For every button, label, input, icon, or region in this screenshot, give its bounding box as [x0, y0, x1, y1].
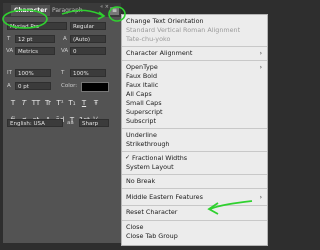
kerning-icon: VA [6, 48, 14, 54]
menu-item-opentype[interactable]: OpenType [126, 63, 158, 72]
small-caps-button[interactable]: Tr [43, 98, 53, 108]
menu-divider [122, 46, 267, 47]
menu-item-close[interactable]: Close [126, 223, 143, 232]
superscript-button[interactable]: T¹ [55, 98, 65, 108]
menu-item-underline[interactable]: Underline [126, 131, 157, 140]
menu-item-subscript[interactable]: Subscript [126, 117, 156, 126]
menu-item-system-layout[interactable]: System Layout [126, 163, 174, 172]
menu-item-faux-bold[interactable]: Faux Bold [126, 72, 157, 81]
tab-paragraph[interactable]: Paragraph [49, 5, 86, 16]
antialias-label: aa [67, 120, 74, 126]
font-family-select[interactable]: Myriad Pro [7, 22, 67, 30]
menu-item-faux-italic[interactable]: Faux Italic [126, 81, 158, 90]
language-select[interactable]: English: USA [7, 119, 63, 127]
menu-item-tate-chu-yoko: Tate-chu-yoko [126, 35, 171, 43]
font-style-select[interactable]: Regular [70, 22, 106, 30]
menu-item-superscript[interactable]: Superscript [126, 108, 163, 117]
menu-item-fractional-widths[interactable]: Fractional Widths [132, 154, 187, 163]
menu-item-middle-eastern-features[interactable]: Middle Eastern Features [126, 193, 203, 202]
tracking-icon: VA [61, 48, 69, 54]
menu-item-strikethrough[interactable]: Strikethrough [126, 140, 169, 149]
checkmark-icon: ✓ [125, 154, 131, 161]
all-caps-button[interactable]: TT [31, 98, 41, 108]
panel-collapse-close[interactable]: « × [100, 4, 109, 10]
menu-item-change-text-orientation[interactable]: Change Text Orientation [126, 17, 204, 26]
menu-item-no-break[interactable]: No Break [126, 177, 155, 186]
menu-item-reset-character[interactable]: Reset Character [126, 208, 177, 217]
menu-divider [122, 128, 267, 129]
menu-item-all-caps[interactable]: All Caps [126, 90, 152, 99]
horizontal-scale-input[interactable]: 100% [70, 69, 106, 77]
tab-character[interactable]: Character [11, 5, 51, 16]
color-swatch[interactable] [81, 82, 109, 92]
menu-item-close-tab-group[interactable]: Close Tab Group [126, 232, 178, 241]
submenu-arrow-icon: › [259, 64, 262, 71]
submenu-arrow-icon: › [259, 194, 262, 201]
tracking-input[interactable]: 0 [70, 47, 106, 55]
leading-icon: A [63, 36, 67, 42]
menu-divider [122, 188, 267, 189]
antialias-select[interactable]: Sharp [79, 119, 109, 127]
color-label: Color: [61, 83, 78, 89]
font-size-icon: T [7, 36, 11, 42]
underline-button[interactable]: T [79, 98, 89, 108]
leading-input[interactable]: (Auto) [70, 35, 106, 43]
menu-divider [122, 220, 267, 221]
menu-divider [122, 174, 267, 175]
menu-item-character-alignment[interactable]: Character Alignment [126, 49, 192, 58]
faux-bold-button[interactable]: T [8, 98, 18, 108]
submenu-arrow-icon: › [259, 50, 262, 57]
menu-item-small-caps[interactable]: Small Caps [126, 99, 162, 108]
menu-item-standard-vertical-roman-alignment: Standard Vertical Roman Alignment [126, 26, 241, 34]
menu-divider [122, 151, 267, 152]
panel-menu-icon[interactable]: ≡ [110, 7, 119, 15]
character-panel: Character Paragraph « × ≡ Myriad Pro Reg… [3, 3, 121, 243]
strikethrough-button[interactable]: Ŧ [91, 98, 101, 108]
faux-italic-button[interactable]: T [19, 98, 29, 108]
font-size-input[interactable]: 12 pt [15, 35, 55, 43]
vertical-scale-input[interactable]: 100% [15, 69, 51, 77]
baseline-shift-input[interactable]: 0 pt [15, 82, 51, 90]
menu-divider [122, 60, 267, 61]
baseline-shift-icon: A [7, 83, 11, 89]
horizontal-scale-icon: T [61, 70, 65, 76]
kerning-select[interactable]: Metrics [15, 47, 55, 55]
menu-divider [122, 205, 267, 206]
panel-tabbar: Character Paragraph « × [3, 3, 121, 17]
vertical-scale-icon: IT [7, 70, 12, 76]
subscript-button[interactable]: T₁ [67, 98, 77, 108]
panel-flyout-menu: Change Text Orientation Standard Vertica… [121, 14, 268, 246]
